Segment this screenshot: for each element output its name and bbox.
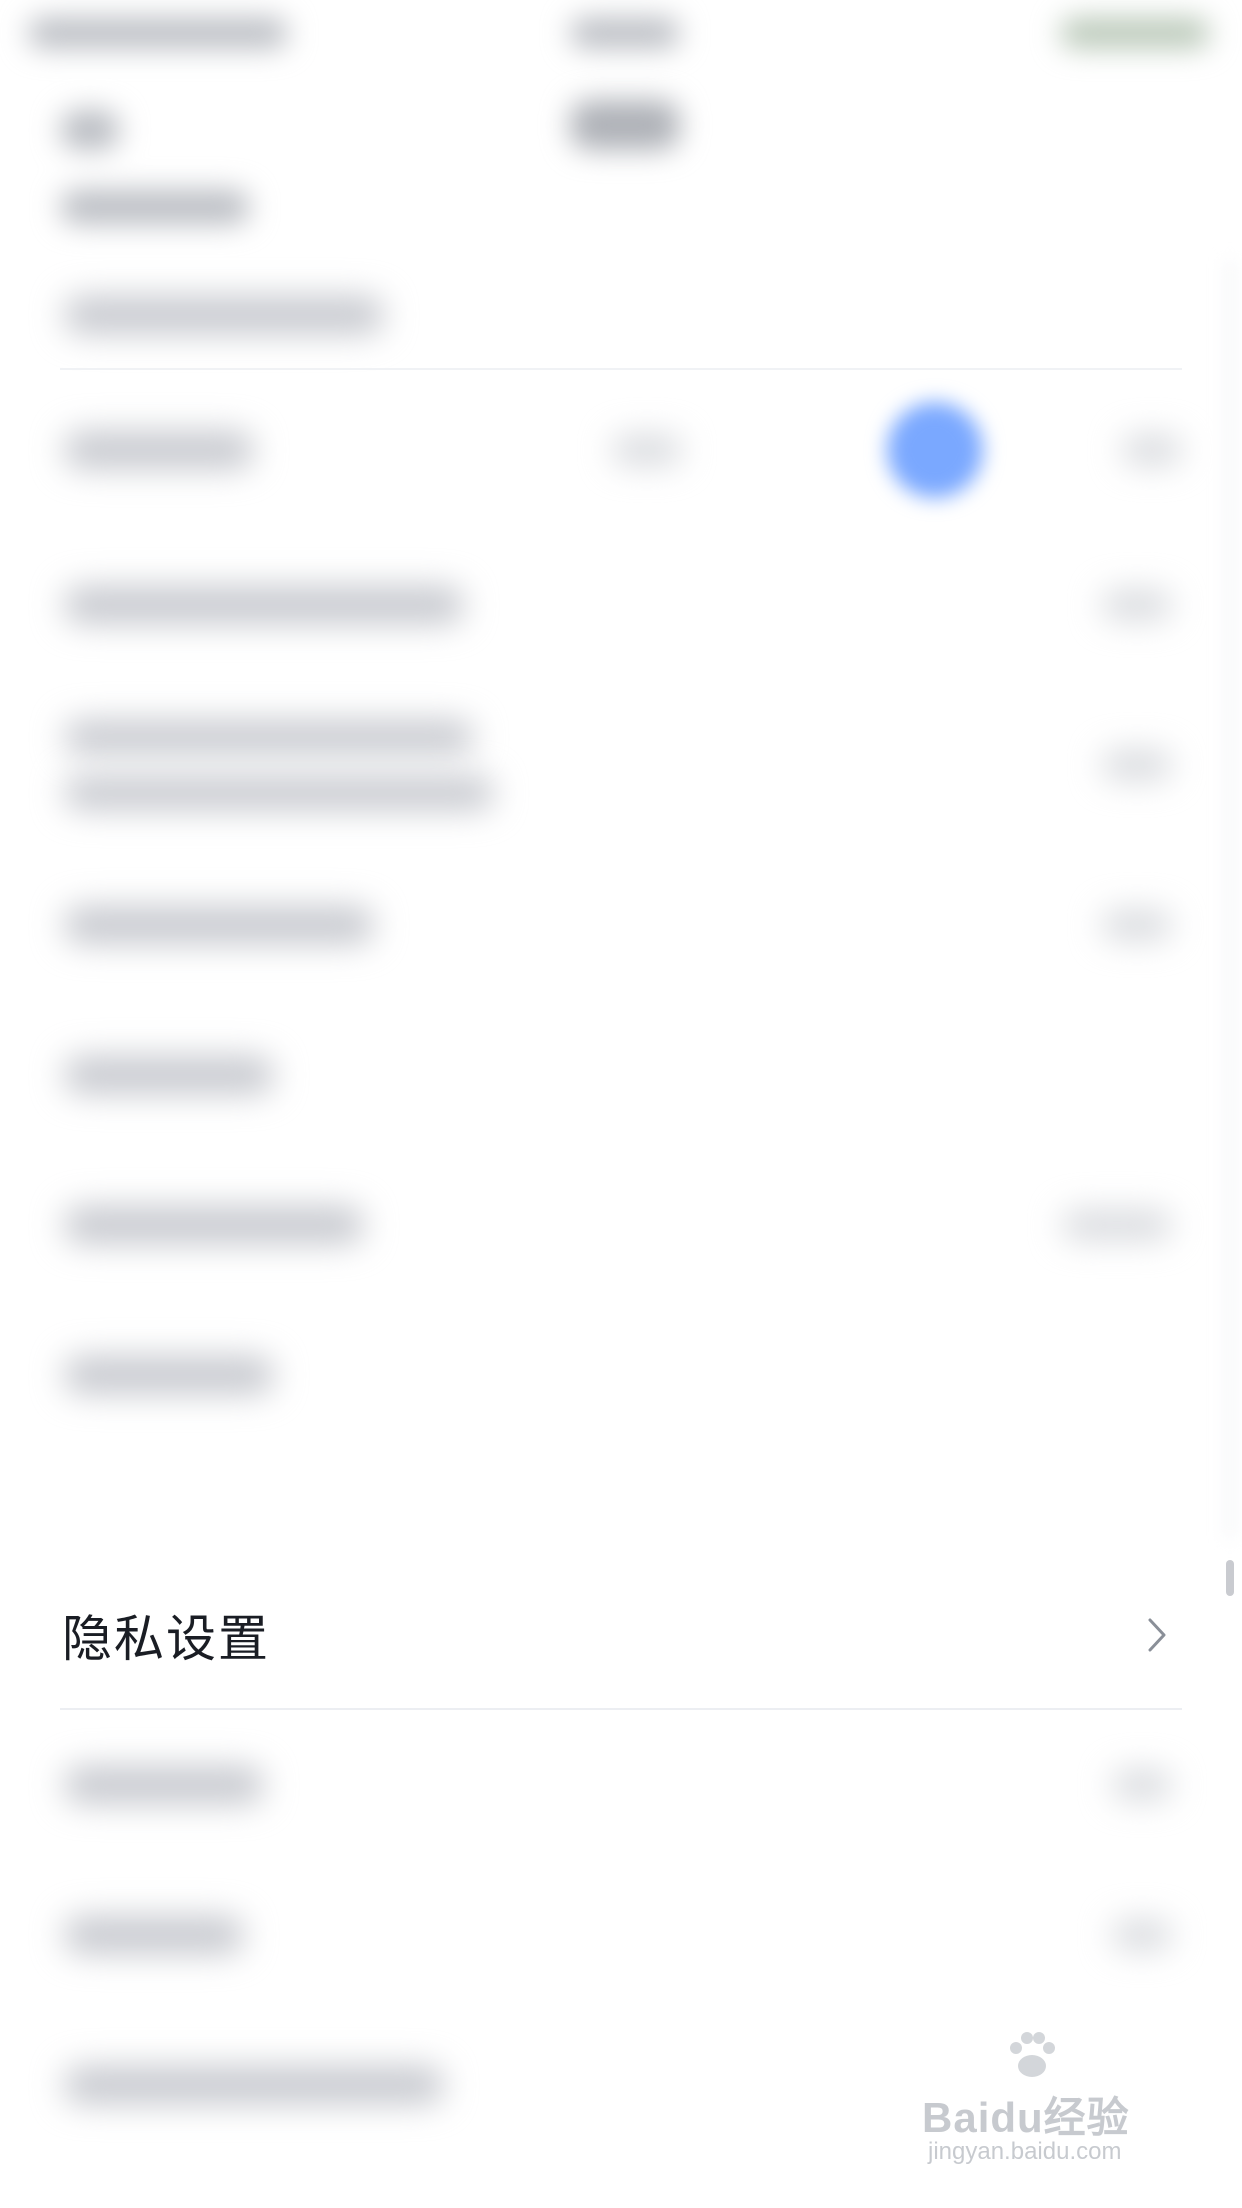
status-battery — [1060, 18, 1210, 48]
list-item-label — [64, 720, 474, 754]
list-item-label — [64, 1916, 244, 1954]
nav-bar — [0, 70, 1242, 230]
list-item[interactable] — [0, 370, 1242, 530]
list-item-label — [64, 906, 374, 944]
list-item-label — [64, 586, 464, 624]
page-title — [570, 100, 680, 150]
list-item[interactable] — [0, 1000, 1242, 1150]
section-header — [60, 190, 250, 224]
list-item-label — [64, 2066, 444, 2104]
list-item[interactable] — [0, 1300, 1242, 1450]
scrollbar-thumb[interactable] — [1226, 1560, 1234, 1596]
settings-list — [0, 260, 1242, 1450]
baidu-watermark: Baidu经验 jingyan.baidu.com — [922, 2026, 1182, 2176]
list-item-label — [64, 296, 384, 334]
back-button[interactable] — [60, 110, 120, 150]
list-item[interactable] — [0, 260, 1242, 370]
list-item-value — [1102, 590, 1172, 620]
list-item-label — [64, 1766, 264, 1804]
list-item-label — [64, 1056, 274, 1094]
settings-screen: 隐私设置 Baidu经验 jingyan.baidu.com — [0, 0, 1242, 2208]
status-time — [570, 18, 680, 48]
status-bar — [0, 0, 1242, 70]
list-item-value — [1102, 750, 1172, 780]
list-item-label — [64, 1356, 274, 1394]
list-item[interactable] — [0, 1150, 1242, 1300]
toggle-label — [1122, 435, 1182, 465]
list-item-value — [1112, 1770, 1172, 1800]
selected-toggle[interactable] — [887, 402, 983, 498]
list-item[interactable] — [0, 680, 1242, 850]
list-item-label — [64, 776, 494, 810]
scroll-track — [1226, 260, 1234, 1540]
watermark-domain: jingyan.baidu.com — [928, 2138, 1122, 2165]
list-item-label — [64, 431, 254, 469]
list-item-value — [1112, 1920, 1172, 1950]
list-item[interactable] — [0, 1710, 1242, 1860]
list-item-value — [1102, 910, 1172, 940]
privacy-settings-label: 隐私设置 — [62, 1610, 270, 1668]
toggle-label — [612, 435, 682, 465]
chevron-right-icon — [1148, 1618, 1166, 1652]
list-item[interactable] — [0, 1860, 1242, 2010]
paw-icon — [1010, 2032, 1055, 2077]
status-carrier — [28, 18, 288, 48]
list-item-value — [1062, 1210, 1172, 1240]
watermark-brand: Baidu经验 — [922, 2094, 1130, 2141]
list-item-label — [64, 1206, 364, 1244]
list-item[interactable] — [0, 530, 1242, 680]
list-item[interactable] — [0, 850, 1242, 1000]
privacy-settings-item[interactable]: 隐私设置 — [0, 1560, 1242, 1710]
